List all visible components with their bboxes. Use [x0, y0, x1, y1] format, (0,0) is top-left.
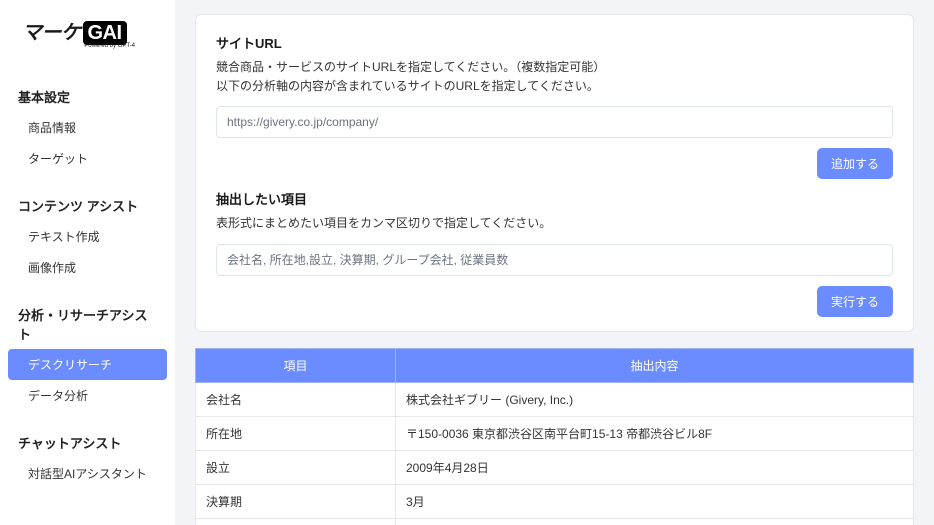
nav-item[interactable]: 対話型AIアシスタント: [0, 458, 175, 489]
table-cell: グループ会社: [196, 518, 396, 525]
table-row: 会社名株式会社ギブリー (Givery, Inc.): [196, 382, 914, 416]
logo-prefix: マーケ: [22, 22, 81, 44]
run-button[interactable]: 実行する: [817, 286, 893, 317]
nav-item[interactable]: テキスト作成: [0, 221, 175, 252]
fields-input[interactable]: [216, 244, 893, 276]
url-section-title: サイトURL: [216, 33, 893, 52]
table-row: 決算期3月: [196, 484, 914, 518]
nav-item[interactable]: ターゲット: [0, 143, 175, 174]
table-row: 所在地〒150-0036 東京都渋谷区南平台町15-13 帝都渋谷ビル8F: [196, 416, 914, 450]
table-cell: 株式会社Resola (リゾラ), 株式会社セキュアサイクル (Secure C…: [396, 518, 914, 525]
url-section-desc: 競合商品・サービスのサイトURLを指定してください。（複数指定可能） 以下の分析…: [216, 58, 893, 96]
table-cell: 決算期: [196, 484, 396, 518]
table-row: 設立2009年4月28日: [196, 450, 914, 484]
sidebar: マーケGAI Powered by GPT-4 基本設定商品情報ターゲットコンテ…: [0, 0, 175, 525]
nav: 基本設定商品情報ターゲットコンテンツ アシストテキスト作成画像作成分析・リサーチ…: [0, 81, 175, 489]
table-cell: 〒150-0036 東京都渋谷区南平台町15-13 帝都渋谷ビル8F: [396, 416, 914, 450]
table-header-content: 抽出内容: [396, 348, 914, 382]
logo: マーケGAI Powered by GPT-4: [0, 16, 175, 65]
nav-heading: コンテンツ アシスト: [0, 190, 175, 221]
nav-item[interactable]: 商品情報: [0, 112, 175, 143]
form-card: サイトURL 競合商品・サービスのサイトURLを指定してください。（複数指定可能…: [195, 14, 914, 332]
table-cell: 会社名: [196, 382, 396, 416]
logo-badge: GAI: [83, 21, 127, 45]
fields-section-title: 抽出したい項目: [216, 189, 893, 208]
table-cell: 所在地: [196, 416, 396, 450]
nav-item[interactable]: 画像作成: [0, 252, 175, 283]
table-cell: 設立: [196, 450, 396, 484]
nav-item[interactable]: デスクリサーチ: [8, 349, 167, 380]
nav-item[interactable]: データ分析: [0, 380, 175, 411]
table-header-item: 項目: [196, 348, 396, 382]
table-row: グループ会社株式会社Resola (リゾラ), 株式会社セキュアサイクル (Se…: [196, 518, 914, 525]
main-content: サイトURL 競合商品・サービスのサイトURLを指定してください。（複数指定可能…: [175, 0, 934, 525]
table-cell: 株式会社ギブリー (Givery, Inc.): [396, 382, 914, 416]
url-input[interactable]: [216, 106, 893, 138]
table-cell: 2009年4月28日: [396, 450, 914, 484]
result-table: 項目 抽出内容 会社名株式会社ギブリー (Givery, Inc.)所在地〒15…: [195, 348, 914, 525]
nav-heading: 基本設定: [0, 81, 175, 112]
table-cell: 3月: [396, 484, 914, 518]
nav-heading: 分析・リサーチアシスト: [0, 299, 175, 349]
fields-section-desc: 表形式にまとめたい項目をカンマ区切りで指定してください。: [216, 214, 893, 233]
add-button[interactable]: 追加する: [817, 148, 893, 179]
nav-heading: チャットアシスト: [0, 427, 175, 458]
